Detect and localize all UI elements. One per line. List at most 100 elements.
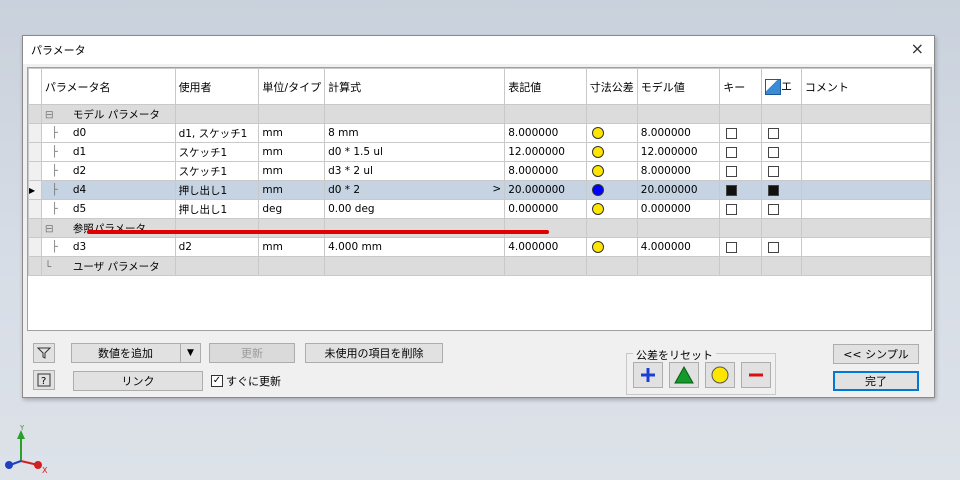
param-unit-cell[interactable]: mm bbox=[258, 180, 326, 200]
col-header-comment[interactable]: コメント bbox=[800, 68, 931, 105]
row-selector[interactable] bbox=[28, 218, 42, 238]
col-header-unit[interactable]: 単位/タイプ bbox=[258, 68, 326, 105]
tolerance-circle-icon[interactable] bbox=[591, 184, 604, 196]
row-selector[interactable] bbox=[28, 142, 42, 162]
key-checkbox[interactable] bbox=[726, 203, 738, 215]
param-tolerance-cell[interactable] bbox=[585, 237, 638, 257]
help-button[interactable]: ? bbox=[33, 370, 55, 390]
add-number-button[interactable]: 数値を追加 ▼ bbox=[71, 343, 201, 363]
simple-view-button[interactable]: << シンプル bbox=[833, 344, 919, 364]
param-unit-cell[interactable]: deg bbox=[258, 199, 326, 219]
param-tolerance-cell[interactable] bbox=[585, 199, 638, 219]
param-comment-cell[interactable] bbox=[800, 161, 931, 181]
done-button[interactable]: 完了 bbox=[833, 371, 919, 391]
param-tolerance-cell[interactable] bbox=[585, 123, 638, 143]
group-label[interactable]: ⊟ 参照パラメータ bbox=[40, 218, 176, 238]
param-name-cell[interactable]: ├ d4 bbox=[40, 180, 176, 200]
key-checkbox[interactable] bbox=[726, 146, 738, 158]
param-expression-cell[interactable]: d0 * 1.5 ul bbox=[324, 142, 506, 162]
col-header-export[interactable]: エ bbox=[760, 68, 802, 105]
tolerance-circle-icon[interactable] bbox=[591, 241, 604, 253]
tolerance-circle-icon[interactable] bbox=[591, 165, 604, 177]
close-icon[interactable]: × bbox=[911, 41, 924, 57]
group-model-parameters[interactable]: ⊟ モデル パラメータ bbox=[28, 104, 931, 124]
param-key-cell[interactable] bbox=[719, 199, 762, 219]
parameter-row[interactable]: ├ d2 スケッチ1 mm d3 * 2 ul 8.000000 8.000000 bbox=[28, 161, 931, 181]
param-name-cell[interactable]: ├ d5 bbox=[40, 199, 176, 219]
group-reference-parameters[interactable]: ⊟ 参照パラメータ bbox=[28, 218, 931, 238]
export-checkbox[interactable] bbox=[767, 241, 779, 253]
param-expression-cell[interactable]: 4.000 mm bbox=[324, 237, 506, 257]
param-key-cell[interactable] bbox=[719, 161, 762, 181]
median-tolerance-button[interactable] bbox=[705, 362, 735, 388]
param-export-cell[interactable] bbox=[760, 123, 802, 143]
export-checkbox[interactable] bbox=[767, 146, 779, 158]
col-header-name[interactable]: パラメータ名 bbox=[40, 68, 176, 105]
export-checkbox[interactable] bbox=[767, 165, 779, 177]
row-selector[interactable] bbox=[28, 161, 42, 181]
param-expression-cell[interactable]: d0 * 2 > bbox=[324, 180, 506, 200]
nominal-tolerance-button[interactable] bbox=[669, 362, 699, 388]
row-selector[interactable] bbox=[28, 123, 42, 143]
param-comment-cell[interactable] bbox=[800, 199, 931, 219]
upper-tolerance-button[interactable] bbox=[633, 362, 663, 388]
parameter-row[interactable]: ├ d1 スケッチ1 mm d0 * 1.5 ul 12.000000 12.00… bbox=[28, 142, 931, 162]
param-key-cell[interactable] bbox=[719, 123, 762, 143]
dropdown-arrow-icon[interactable]: ▼ bbox=[180, 344, 200, 362]
tolerance-circle-icon[interactable] bbox=[591, 127, 604, 139]
tree-collapse-icon[interactable]: ⊟ bbox=[45, 109, 73, 121]
param-unit-cell[interactable]: mm bbox=[258, 237, 326, 257]
param-name-cell[interactable]: ├ d1 bbox=[40, 142, 176, 162]
param-comment-cell[interactable] bbox=[800, 180, 931, 200]
parameter-row[interactable]: ├ d0 d1, スケッチ1 mm 8 mm 8.000000 8.000000 bbox=[28, 123, 931, 143]
checkbox-checked-icon[interactable]: ✓ bbox=[211, 375, 223, 387]
param-export-cell[interactable] bbox=[760, 180, 802, 200]
group-label[interactable]: └ ユーザ パラメータ bbox=[40, 256, 176, 276]
param-export-cell[interactable] bbox=[760, 161, 802, 181]
param-expression-cell[interactable]: d3 * 2 ul bbox=[324, 161, 506, 181]
param-comment-cell[interactable] bbox=[800, 142, 931, 162]
parameter-row[interactable]: ├ d3 d2 mm 4.000 mm 4.000000 4.000000 bbox=[28, 237, 931, 257]
col-header-key[interactable]: キー bbox=[719, 68, 762, 105]
param-key-cell[interactable] bbox=[719, 237, 762, 257]
group-label[interactable]: ⊟ モデル パラメータ bbox=[40, 104, 176, 124]
param-key-cell[interactable] bbox=[719, 180, 762, 200]
param-tolerance-cell[interactable] bbox=[585, 142, 638, 162]
export-checkbox[interactable] bbox=[767, 203, 779, 215]
row-selector[interactable] bbox=[28, 199, 42, 219]
parameter-row[interactable]: ├ d5 押し出し1 deg 0.00 deg 0.000000 0.000000 bbox=[28, 199, 931, 219]
expression-arrow-icon[interactable]: > bbox=[492, 183, 501, 195]
param-name-cell[interactable]: ├ d2 bbox=[40, 161, 176, 181]
param-unit-cell[interactable]: mm bbox=[258, 161, 326, 181]
param-tolerance-cell[interactable] bbox=[585, 180, 638, 200]
param-unit-cell[interactable]: mm bbox=[258, 123, 326, 143]
tolerance-circle-icon[interactable] bbox=[591, 203, 604, 215]
group-user-parameters[interactable]: └ ユーザ パラメータ bbox=[28, 256, 931, 276]
col-header-model-value[interactable]: モデル値 bbox=[636, 68, 721, 105]
param-unit-cell[interactable]: mm bbox=[258, 142, 326, 162]
row-selector[interactable] bbox=[28, 256, 42, 276]
key-checkbox[interactable] bbox=[726, 184, 738, 196]
param-tolerance-cell[interactable] bbox=[585, 161, 638, 181]
param-export-cell[interactable] bbox=[760, 142, 802, 162]
param-name-cell[interactable]: ├ d0 bbox=[40, 123, 176, 143]
row-selector[interactable]: ▶ bbox=[28, 180, 42, 200]
param-key-cell[interactable] bbox=[719, 142, 762, 162]
param-expression-cell[interactable]: 8 mm bbox=[324, 123, 506, 143]
parameter-row[interactable]: ▶ ├ d4 押し出し1 mm d0 * 2 > 20.000000 20.0000… bbox=[28, 180, 931, 200]
remove-unused-button[interactable]: 未使用の項目を削除 bbox=[305, 343, 443, 363]
tolerance-circle-icon[interactable] bbox=[591, 146, 604, 158]
param-export-cell[interactable] bbox=[760, 237, 802, 257]
param-export-cell[interactable] bbox=[760, 199, 802, 219]
key-checkbox[interactable] bbox=[726, 165, 738, 177]
tree-collapse-icon[interactable]: ⊟ bbox=[45, 223, 73, 235]
col-header-nominal[interactable]: 表記値 bbox=[504, 68, 587, 105]
lower-tolerance-button[interactable] bbox=[741, 362, 771, 388]
col-header-user[interactable]: 使用者 bbox=[174, 68, 260, 105]
key-checkbox[interactable] bbox=[726, 241, 738, 253]
param-name-cell[interactable]: ├ d3 bbox=[40, 237, 176, 257]
row-selector[interactable] bbox=[28, 104, 42, 124]
filter-button[interactable] bbox=[33, 343, 55, 363]
col-header-expression[interactable]: 計算式 bbox=[324, 68, 506, 105]
export-checkbox[interactable] bbox=[767, 127, 779, 139]
